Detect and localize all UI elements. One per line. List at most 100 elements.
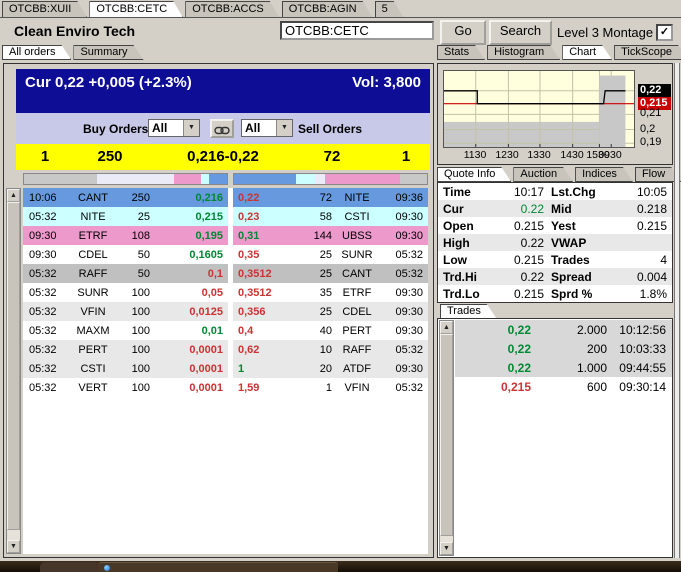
ask-side[interactable]: 0,23 58 CSTI 09:30 xyxy=(233,207,428,226)
bid-side[interactable]: 05:32 CSTI 100 0,0001 xyxy=(23,359,228,378)
tab-auction[interactable]: Auction xyxy=(513,167,573,182)
taskbar[interactable] xyxy=(0,561,681,572)
symbol-input[interactable] xyxy=(280,21,434,40)
order-book-row[interactable]: 05:32 PERT 100 0,0001 0,62 10 RAFF 05:32 xyxy=(23,340,428,359)
ask-side[interactable]: 0,22 72 NITE 09:36 xyxy=(233,188,428,207)
order-book-row[interactable]: 05:32 SUNR 100 0,05 0,3512 35 ETRF 09:30 xyxy=(23,283,428,302)
bid-side[interactable]: 05:32 NITE 25 0,215 xyxy=(23,207,228,226)
search-button[interactable]: Search xyxy=(489,20,552,45)
taskbar-segment[interactable] xyxy=(40,562,100,572)
ask-side[interactable]: 1 20 ATDF 09:30 xyxy=(233,359,428,378)
ask-time: 09:30 xyxy=(395,362,423,375)
bid-side[interactable]: 09:30 CDEL 50 0,1605 xyxy=(23,245,228,264)
quote-tab-bar: Quote Info Auction Indices Flow xyxy=(437,167,681,182)
tab-label: TickScope xyxy=(621,46,673,58)
order-book-row[interactable]: 05:32 NITE 25 0,215 0,23 58 CSTI 09:30 xyxy=(23,207,428,226)
ask-order-count: 1 xyxy=(401,148,411,165)
quote-label: Cur xyxy=(443,201,464,216)
ask-side[interactable]: 0,31 144 UBSS 09:30 xyxy=(233,226,428,245)
scroll-up-icon[interactable]: ▲ xyxy=(440,321,453,334)
bid-side[interactable]: 05:32 PERT 100 0,0001 xyxy=(23,340,228,359)
quote-info-row: Trd.Hi 0.22 Spread 0.004 xyxy=(438,268,672,285)
sell-filter-value: All xyxy=(245,121,261,135)
sell-filter-dropdown[interactable]: All ▼ xyxy=(241,119,293,137)
trade-row[interactable]: 0,215 600 09:30:14 xyxy=(455,377,672,396)
ask-side[interactable]: 0,3512 35 ETRF 09:30 xyxy=(233,283,428,302)
bid-side[interactable]: 10:06 CANT 250 0,216 xyxy=(23,188,228,207)
tab-otcbb-agin[interactable]: OTCBB:AGIN xyxy=(282,1,373,18)
scrollbar-track[interactable] xyxy=(7,202,20,540)
go-button[interactable]: Go xyxy=(440,20,486,45)
ask-side[interactable]: 0,3512 25 CANT 05:32 xyxy=(233,264,428,283)
tab-quote-info[interactable]: Quote Info xyxy=(437,167,511,182)
tab-trades[interactable]: Trades xyxy=(440,304,497,319)
trade-price: 0,22 xyxy=(507,341,531,356)
window-scrollbar-track[interactable] xyxy=(674,63,680,558)
scroll-down-icon[interactable]: ▼ xyxy=(7,540,20,553)
scrollbar-thumb[interactable] xyxy=(7,202,20,530)
bid-mm-name: VERT xyxy=(78,381,108,394)
chevron-down-icon[interactable]: ▼ xyxy=(183,120,199,136)
tab-stats[interactable]: Stats xyxy=(437,45,485,60)
bid-mm-name: MAXM xyxy=(76,324,110,337)
quote-label: Lst.Chg xyxy=(551,184,596,199)
bid-side[interactable]: 05:32 VERT 100 0,0001 xyxy=(23,378,228,397)
chevron-down-icon[interactable]: ▼ xyxy=(276,120,292,136)
ask-price: 0,4 xyxy=(238,324,254,337)
bid-side[interactable]: 09:30 ETRF 108 0,195 xyxy=(23,226,228,245)
trade-row[interactable]: 0,22 1.000 09:44:55 xyxy=(455,358,672,377)
trades-scrollbar[interactable]: ▲ ▼ xyxy=(439,320,454,556)
scrollbar-thumb[interactable] xyxy=(440,334,453,536)
order-book-row[interactable]: 09:30 CDEL 50 0,1605 0,35 25 SUNR 05:32 xyxy=(23,245,428,264)
bid-side[interactable]: 05:32 RAFF 50 0,1 xyxy=(23,264,228,283)
bid-side[interactable]: 05:32 MAXM 100 0,01 xyxy=(23,321,228,340)
tab-label: OTCBB:AGIN xyxy=(288,3,357,15)
ask-mm-name: ETRF xyxy=(342,286,372,299)
tab-summary[interactable]: Summary xyxy=(73,45,143,60)
bid-side[interactable]: 05:32 SUNR 100 0,05 xyxy=(23,283,228,302)
ask-side[interactable]: 0,4 40 PERT 09:30 xyxy=(233,321,428,340)
order-book-row[interactable]: 05:32 MAXM 100 0,01 0,4 40 PERT 09:30 xyxy=(23,321,428,340)
tab-otcbb-accs[interactable]: OTCBB:ACCS xyxy=(185,1,280,18)
tab-tickscope[interactable]: TickScope xyxy=(614,45,681,60)
scrollbar-track[interactable] xyxy=(440,334,453,542)
trade-row[interactable]: 0,22 200 10:03:33 xyxy=(455,339,672,358)
ask-side[interactable]: 0,35 25 SUNR 05:32 xyxy=(233,245,428,264)
tab-5[interactable]: 5 xyxy=(375,1,404,18)
ask-side[interactable]: 0,356 25 CDEL 09:30 xyxy=(233,302,428,321)
order-book-row[interactable]: 09:30 ETRF 108 0,195 0,31 144 UBSS 09:30 xyxy=(23,226,428,245)
taskbar-window-button[interactable] xyxy=(98,562,338,572)
bid-mm-name: VFIN xyxy=(80,305,106,318)
tab-otcbb-xuii[interactable]: OTCBB:XUII xyxy=(2,1,87,18)
scroll-up-icon[interactable]: ▲ xyxy=(7,189,20,202)
scroll-down-icon[interactable]: ▼ xyxy=(440,542,453,555)
ask-side[interactable]: 0,62 10 RAFF 05:32 xyxy=(233,340,428,359)
symbol-tab-bar: OTCBB:XUII OTCBB:CETC OTCBB:ACCS OTCBB:AGIN… xyxy=(2,1,404,18)
buy-filter-dropdown[interactable]: All ▼ xyxy=(148,119,200,137)
ask-time: 09:30 xyxy=(395,324,423,337)
quote-value: 0.22 xyxy=(520,269,544,284)
order-book-row[interactable]: 10:06 CANT 250 0,216 0,22 72 NITE 09:36 xyxy=(23,188,428,207)
order-book-row[interactable]: 05:32 VERT 100 0,0001 1,59 1 VFIN 05:32 xyxy=(23,378,428,397)
order-book-row[interactable]: 05:32 VFIN 100 0,0125 0,356 25 CDEL 09:30 xyxy=(23,302,428,321)
order-book-row[interactable]: 05:32 CSTI 100 0,0001 1 20 ATDF 09:30 xyxy=(23,359,428,378)
ask-time: 09:30 xyxy=(395,286,423,299)
level3-montage-checkbox[interactable]: ✓ xyxy=(656,24,673,41)
app-icon xyxy=(104,565,110,571)
bid-side[interactable]: 05:32 VFIN 100 0,0125 xyxy=(23,302,228,321)
trade-row[interactable]: 0,22 2.000 10:12:56 xyxy=(455,320,672,339)
ask-mm-name: SUNR xyxy=(341,248,373,261)
depth-segment xyxy=(399,174,427,184)
tab-all-orders[interactable]: All orders xyxy=(2,45,71,60)
ask-side[interactable]: 1,59 1 VFIN 05:32 xyxy=(233,378,428,397)
tab-histogram[interactable]: Histogram xyxy=(487,45,560,60)
link-filters-button[interactable] xyxy=(210,119,234,138)
order-book-scrollbar[interactable]: ▲ ▼ xyxy=(6,188,21,554)
order-book-row[interactable]: 05:32 RAFF 50 0,1 0,3512 25 CANT 05:32 xyxy=(23,264,428,283)
tab-indices[interactable]: Indices xyxy=(575,167,633,182)
bid-mm-name: CANT xyxy=(78,191,108,204)
tab-otcbb-cetc[interactable]: OTCBB:CETC xyxy=(89,1,183,18)
bid-mm-name: ETRF xyxy=(78,229,108,242)
security-name-title: Clean Enviro Tech xyxy=(14,23,136,39)
tab-chart[interactable]: Chart xyxy=(562,45,612,60)
